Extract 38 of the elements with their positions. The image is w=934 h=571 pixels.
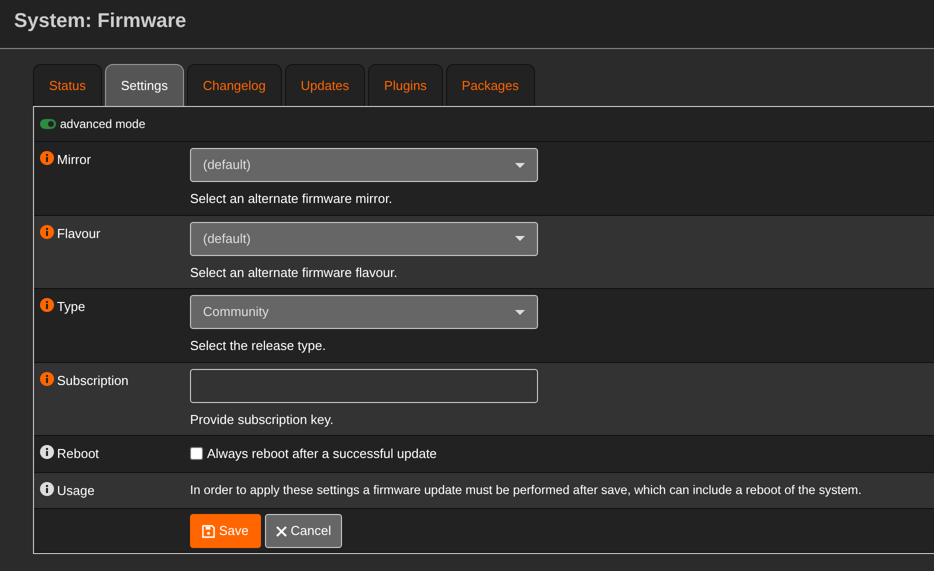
help-text: Provide subscription key. (190, 410, 335, 429)
tab[interactable]: Changelog (186, 64, 282, 106)
info-icon[interactable] (40, 224, 54, 238)
tab[interactable]: Updates (284, 64, 366, 106)
info-icon[interactable] (40, 151, 54, 165)
info-text: In order to apply these settings a firmware update must be performed after save, which can include a reboot of the system. (190, 482, 863, 499)
tab[interactable]: Settings (104, 64, 184, 106)
save-button[interactable]: Save (190, 514, 261, 548)
field-label: Subscription (57, 372, 129, 390)
field-label: Flavour (57, 224, 100, 242)
tab[interactable]: Status (33, 64, 102, 106)
field-label: Mirror (57, 151, 91, 169)
info-icon[interactable] (40, 482, 54, 496)
tab[interactable]: Packages (446, 64, 535, 106)
dropdown[interactable]: (default) (190, 148, 538, 182)
field-label: Type (57, 298, 86, 316)
caret-icon (515, 236, 525, 241)
input-field[interactable] (190, 368, 538, 402)
toggle-label: advanced mode (60, 116, 146, 133)
dropdown[interactable]: Community (190, 295, 538, 329)
field-label: Usage (57, 482, 95, 500)
info-icon[interactable] (40, 298, 54, 312)
field-label: Reboot (57, 445, 99, 463)
info-icon[interactable] (40, 372, 54, 386)
page-title: System: Firmware (14, 9, 188, 33)
checkbox[interactable] (190, 447, 203, 460)
checkbox-label: Always reboot after a successful update (207, 445, 437, 463)
tab[interactable]: Plugins (368, 64, 443, 106)
dropdown[interactable]: (default) (190, 222, 538, 256)
caret-icon (515, 162, 525, 168)
help-text: Select the release type. (190, 337, 327, 355)
toggle-switch[interactable] (40, 119, 56, 129)
help-text: Select an alternate firmware mirror. (190, 190, 394, 208)
help-text: Select an alternate firmware flavour. (190, 264, 398, 282)
caret-icon (515, 310, 525, 314)
close-icon (276, 526, 287, 536)
info-icon[interactable] (40, 445, 54, 459)
cancel-button[interactable]: Cancel (264, 514, 342, 548)
